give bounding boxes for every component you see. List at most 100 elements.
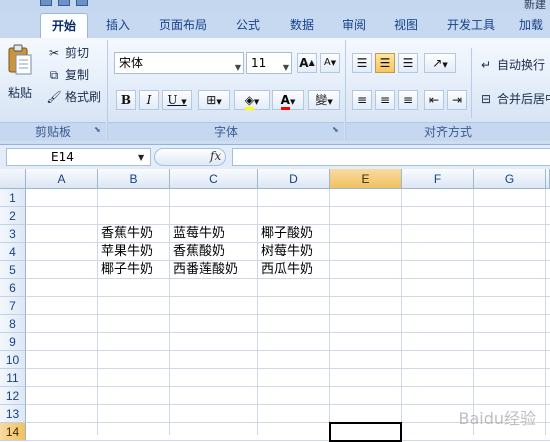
dialog-launcher-icon[interactable]: ⬊ [332,126,340,134]
format-painter-button[interactable]: 🖌 格式刷 [46,88,101,105]
grow-font-button[interactable]: A▲ [297,53,317,73]
italic-button[interactable]: I [139,90,159,110]
column-header-g[interactable]: G [474,169,546,189]
gridline [545,189,546,435]
tab-review[interactable]: 审阅 [334,13,374,37]
chevron-down-icon: ▼ [327,98,333,106]
outdent-icon: ⇤ [428,93,440,107]
align-bottom-button[interactable]: ☰ [398,53,418,73]
row-header-7[interactable]: 7 [0,297,26,315]
dialog-launcher-icon[interactable]: ⬊ [94,126,102,134]
wrap-text-button[interactable]: ↵ 自动换行 [478,56,545,73]
redo-icon[interactable] [76,0,88,6]
name-box[interactable]: E14 [6,148,151,166]
row-header-8[interactable]: 8 [0,315,26,333]
chevron-down-icon: ▼ [282,63,289,72]
gridline [26,332,550,333]
decrease-indent-button[interactable]: ⇤ [424,90,444,110]
select-all-corner[interactable] [0,169,26,189]
gridline [26,206,550,207]
merge-cells-icon: ⊟ [480,91,492,106]
fill-color-button[interactable]: ◈▼ [234,90,270,110]
align-middle-button[interactable]: ☰ [375,53,395,73]
tab-view[interactable]: 视图 [384,13,428,37]
insert-function-button[interactable]: fx [210,149,221,163]
row-header-2[interactable]: 2 [0,207,26,225]
bold-button[interactable]: B [116,90,136,110]
merge-center-button[interactable]: ⊟ 合并后居中 [478,90,550,107]
column-header-f[interactable]: F [402,169,474,189]
font-size-select[interactable]: 11 ▼ [246,52,292,74]
cell-d5[interactable]: 西瓜牛奶 [258,261,313,279]
cell-b5[interactable]: 椰子牛奶 [98,261,153,279]
cell-c5[interactable]: 西番莲酸奶 [170,261,238,279]
font-size-value: 11 [251,56,267,70]
row-header-12[interactable]: 12 [0,387,26,405]
worksheet-grid[interactable]: A B C D E F G 1 2 3 4 5 6 7 8 9 10 11 12 13 14 香蕉牛奶 蓝莓牛奶 椰子酸奶 苹果… [0,169,550,442]
tab-home[interactable]: 开始 [40,13,88,38]
tab-formulas[interactable]: 公式 [226,13,270,37]
align-left-button[interactable]: ≡ [352,90,372,110]
tab-data[interactable]: 数据 [280,13,324,37]
wrap-text-label: 自动换行 [497,58,546,72]
cell-d4[interactable]: 树莓牛奶 [258,243,313,261]
chevron-down-icon: ▼ [253,98,260,106]
chevron-down-icon[interactable]: ▼ [138,153,144,162]
cell-b3[interactable]: 香蕉牛奶 [98,225,153,243]
row-header-9[interactable]: 9 [0,333,26,351]
cell-d3[interactable]: 椰子酸奶 [258,225,313,243]
column-header-c[interactable]: C [170,169,258,189]
wrap-text-icon: ↵ [480,57,492,72]
gridline [473,189,474,435]
font-color-button[interactable]: A▼ [272,90,304,110]
group-label-font: 字体 [108,122,344,141]
row-header-14[interactable]: 14 [0,423,26,441]
copy-label: 复制 [65,68,90,82]
save-icon[interactable] [40,0,52,6]
align-right-button[interactable]: ≡ [398,90,418,110]
copy-button[interactable]: ⧉ 复制 [46,66,89,83]
active-cell-outline[interactable] [329,422,402,442]
row-header-5[interactable]: 5 [0,261,26,279]
row-header-4[interactable]: 4 [0,243,26,261]
scissors-icon: ✂ [48,45,60,60]
chevron-down-icon: ▼ [181,98,187,106]
phonetic-icon: 變 [315,93,328,107]
row-header-13[interactable]: 13 [0,405,26,423]
tab-page-layout[interactable]: 页面布局 [150,13,216,37]
align-top-button[interactable]: ☰ [352,53,372,73]
increase-indent-button[interactable]: ⇥ [447,90,467,110]
tab-addins[interactable]: 加载 [512,13,550,37]
row-header-3[interactable]: 3 [0,225,26,243]
row-header-1[interactable]: 1 [0,189,26,207]
formula-input[interactable] [232,148,550,166]
cell-c3[interactable]: 蓝莓牛奶 [170,225,225,243]
indent-icon: ⇥ [451,93,463,107]
chevron-down-icon: ▼ [216,98,222,106]
font-name-select[interactable]: 宋体 ▼ [114,52,244,74]
row-header-6[interactable]: 6 [0,279,26,297]
row-header-11[interactable]: 11 [0,369,26,387]
column-header-d[interactable]: D [258,169,330,189]
undo-icon[interactable] [58,0,70,6]
column-header-overflow[interactable] [546,169,550,189]
underline-button[interactable]: U ▼ [162,90,192,110]
column-header-e[interactable]: E [330,169,402,189]
cut-button[interactable]: ✂ 剪切 [46,44,89,61]
chevron-down-icon: ▼ [234,63,241,72]
cell-b4[interactable]: 苹果牛奶 [98,243,153,261]
tab-developer[interactable]: 开发工具 [438,13,504,37]
paste-button[interactable]: 粘贴 [6,44,34,101]
column-header-b[interactable]: B [98,169,170,189]
orientation-button[interactable]: ↗▼ [424,53,456,73]
column-header-a[interactable]: A [26,169,98,189]
border-button[interactable]: ⊞▼ [198,90,230,110]
row-header-10[interactable]: 10 [0,351,26,369]
cell-c4[interactable]: 香蕉酸奶 [170,243,225,261]
align-center-button[interactable]: ≡ [375,90,395,110]
group-label-clipboard: 剪贴板 [0,122,106,141]
phonetic-button[interactable]: 變▼ [308,90,340,110]
shrink-font-button[interactable]: A▼ [320,53,340,73]
paste-label: 粘贴 [7,86,32,100]
tab-insert[interactable]: 插入 [96,13,140,37]
